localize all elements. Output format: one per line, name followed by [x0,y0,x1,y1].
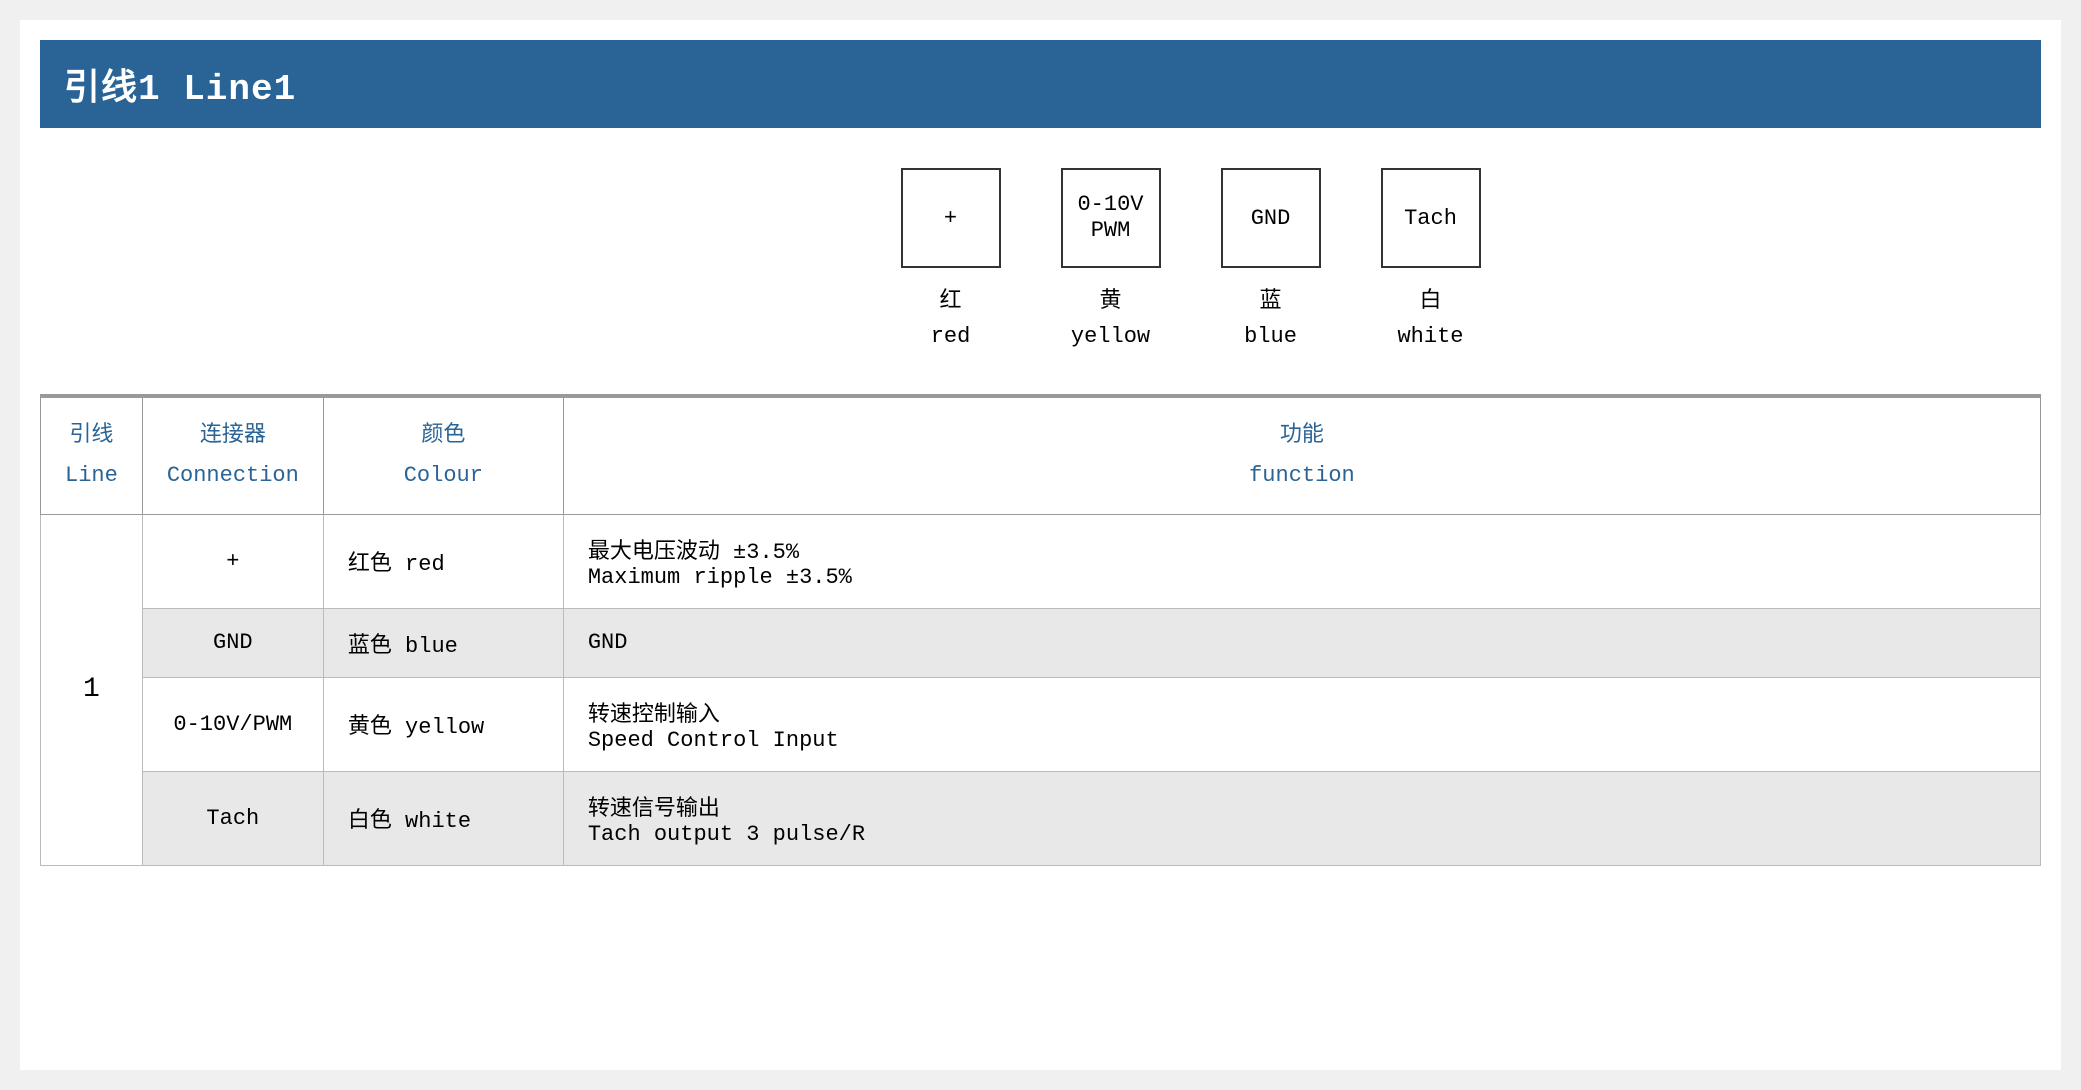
header-function: 功能 function [563,397,2040,514]
connector-english-tach: white [1397,319,1463,354]
function-chinese: 转速控制输入 [588,696,2016,728]
connection-cell: + [142,514,323,608]
table-row: 0-10V/PWM黄色 yellow转速控制输入Speed Control In… [41,677,2041,771]
connector-chinese-pwm: 黄 [1071,284,1150,319]
table-row: GND蓝色 blueGND [41,608,2041,677]
header-colour: 颜色 Colour [323,397,563,514]
colour-cell: 白色 white [323,771,563,865]
connector-tach: Tach 白 white [1381,168,1481,354]
connector-pwm-line2: PWM [1091,218,1131,244]
function-cell: GND [563,608,2040,677]
header-line-chinese: 引线 [65,416,118,456]
header-connection: 连接器 Connection [142,397,323,514]
connector-box-plus: + [901,168,1001,268]
connection-cell: Tach [142,771,323,865]
connector-english-gnd: blue [1244,319,1297,354]
connector-english-plus: red [931,319,971,354]
function-english: Tach output 3 pulse/R [588,822,2016,847]
header-colour-english: Colour [348,456,539,496]
header-connection-english: Connection [167,456,299,496]
header-line-english: Line [65,456,118,496]
header-function-chinese: 功能 [588,416,2016,456]
line-number: 1 [41,514,143,865]
connector-chinese-gnd: 蓝 [1244,284,1297,319]
connector-pwm: 0-10V PWM 黄 yellow [1061,168,1161,354]
connector-diagram: + 红 red 0-10V PWM 黄 yellow [40,128,2041,396]
function-cell: 转速信号输出Tach output 3 pulse/R [563,771,2040,865]
connection-cell: 0-10V/PWM [142,677,323,771]
connector-english-pwm: yellow [1071,319,1150,354]
connector-symbol-tach: Tach [1404,206,1457,231]
colour-cell: 红色 red [323,514,563,608]
header-line: 引线 Line [41,397,143,514]
colour-cell: 蓝色 blue [323,608,563,677]
function-english: Speed Control Input [588,728,2016,753]
wire-table: 引线 Line 连接器 Connection 颜色 Colour 功能 func… [40,396,2041,865]
connector-pwm-line1: 0-10V [1077,192,1143,218]
header-colour-chinese: 颜色 [348,416,539,456]
connection-cell: GND [142,608,323,677]
connector-box-pwm: 0-10V PWM [1061,168,1161,268]
table-row: Tach白色 white转速信号输出Tach output 3 pulse/R [41,771,2041,865]
connector-box-tach: Tach [1381,168,1481,268]
function-chinese: 最大电压波动 ±3.5% [588,533,2016,565]
table-header-row: 引线 Line 连接器 Connection 颜色 Colour 功能 func… [41,397,2041,514]
header-connection-chinese: 连接器 [167,416,299,456]
connector-chinese-tach: 白 [1397,284,1463,319]
connector-gnd: GND 蓝 blue [1221,168,1321,354]
table-row: 1+红色 red最大电压波动 ±3.5%Maximum ripple ±3.5% [41,514,2041,608]
connector-label-plus: 红 red [931,284,971,354]
connector-plus: + 红 red [901,168,1001,354]
function-cell: 最大电压波动 ±3.5%Maximum ripple ±3.5% [563,514,2040,608]
connector-chinese-plus: 红 [931,284,971,319]
connector-symbol-gnd: GND [1251,206,1291,231]
function-cell: 转速控制输入Speed Control Input [563,677,2040,771]
connector-label-gnd: 蓝 blue [1244,284,1297,354]
connector-label-pwm: 黄 yellow [1071,284,1150,354]
function-chinese: 转速信号输出 [588,790,2016,822]
function-chinese: GND [588,630,2016,655]
section-title: 引线1 Line1 [40,40,2041,128]
header-function-english: function [588,456,2016,496]
colour-cell: 黄色 yellow [323,677,563,771]
function-english: Maximum ripple ±3.5% [588,565,2016,590]
connector-box-gnd: GND [1221,168,1321,268]
connector-symbol-plus: + [944,206,957,231]
connector-label-tach: 白 white [1397,284,1463,354]
